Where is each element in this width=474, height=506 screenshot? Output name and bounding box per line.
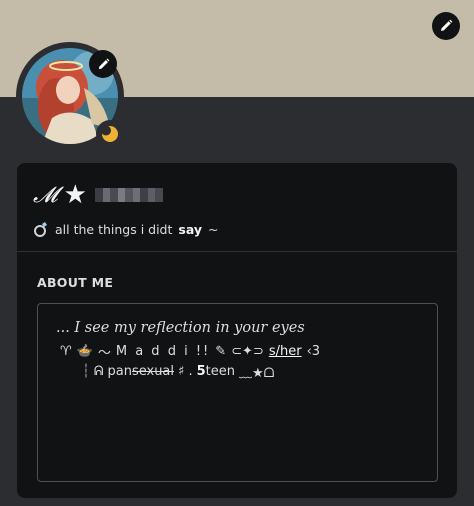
wave-glyph: 〜 <box>97 346 111 361</box>
custom-status-bold: say <box>178 221 203 237</box>
heart-glyph: ‹3 <box>306 344 321 359</box>
sparkle-glyph: ⊂✦⊃ <box>231 344 264 359</box>
pencil-icon <box>441 19 453 31</box>
edit-banner-button[interactable] <box>432 12 460 40</box>
status-indicator[interactable] <box>96 120 124 148</box>
edit-avatar-button[interactable] <box>89 50 117 78</box>
hook-glyph: ᕱ <box>93 364 104 379</box>
bowl-emoji-icon: 🍲 <box>76 344 93 359</box>
pan-text: pansexual <box>107 364 175 379</box>
moon-icon <box>101 125 118 142</box>
about-line-1: ... I see my reflection in your eyes <box>56 320 305 336</box>
display-name: 𝓜 ★ <box>33 181 163 209</box>
pen-glyph: ✎ <box>215 344 227 359</box>
redacted-name <box>94 188 163 202</box>
ring-icon <box>34 222 47 237</box>
profile-card: 𝓜 ★ all the things i didt say ~ ABOUT ME… <box>17 163 457 498</box>
about-line-2: ♈ 🍲 〜 M a d d i !! ✎ ⊂✦⊃ s/her ‹3 <box>60 342 320 361</box>
about-line-3: ┆ ᕱ pansexual ♯ . 5teen ﹏★ᗝ <box>82 362 274 381</box>
custom-status-text: all the things i didt <box>55 221 173 237</box>
hash-glyph: ♯ . <box>178 364 193 379</box>
pencil-icon <box>98 58 109 69</box>
tail-glyph: ﹏★ᗝ <box>238 366 275 381</box>
age-text: 5teen <box>196 364 235 379</box>
bar-glyph: ┆ <box>82 364 90 379</box>
about-me-textbox[interactable]: ... I see my reflection in your eyes ♈ 🍲… <box>37 303 438 482</box>
custom-status-tail: ~ <box>208 221 219 237</box>
pronouns: s/her <box>268 344 302 359</box>
about-me-title: ABOUT ME <box>37 275 114 290</box>
name-script-letter: 𝓜 <box>33 182 58 208</box>
custom-status[interactable]: all the things i didt say ~ <box>33 221 219 237</box>
about-name: M a d d i !! <box>115 344 211 359</box>
aries-glyph: ♈ <box>60 344 72 359</box>
name-star: ★ <box>63 180 87 210</box>
divider <box>17 251 457 252</box>
